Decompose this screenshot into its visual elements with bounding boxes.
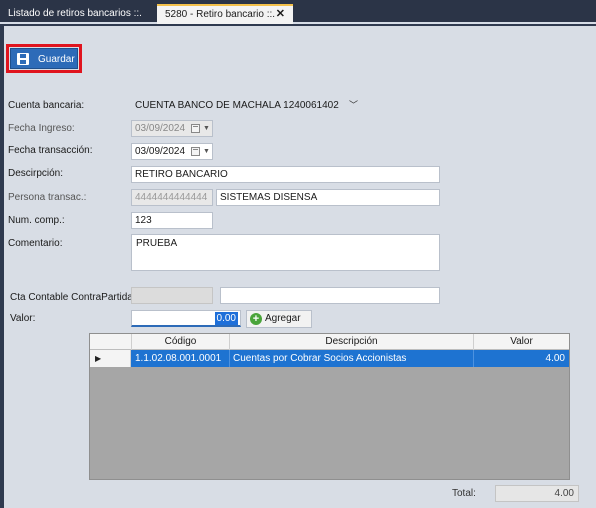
- tab-listado-retiros[interactable]: Listado de retiros bancarios ::.: [0, 4, 150, 24]
- descripcion-field[interactable]: RETIRO BANCARIO: [131, 166, 440, 183]
- grid-header-valor[interactable]: Valor: [474, 334, 569, 350]
- fecha-transaccion-label: Fecha transacción:: [8, 145, 93, 156]
- accounts-grid: Código Descripción Valor ▶ 1.1.02.08.001…: [89, 333, 570, 480]
- total-label: Total:: [452, 488, 476, 499]
- grid-header-codigo[interactable]: Código: [132, 334, 230, 350]
- fecha-ingreso-value: 03/09/2024: [135, 123, 186, 134]
- cta-contable-label: Cta Contable ContraPartida:: [10, 292, 136, 303]
- comentario-field[interactable]: PRUEBA: [131, 234, 440, 271]
- num-comp-field[interactable]: 123: [131, 212, 213, 229]
- valor-field[interactable]: 0.00: [131, 310, 241, 327]
- fecha-transaccion-value: 03/09/2024: [135, 146, 186, 157]
- close-icon[interactable]: ✕: [276, 6, 285, 23]
- fecha-ingreso-label: Fecha Ingreso:: [8, 123, 75, 134]
- floppy-disk-icon: [17, 53, 29, 65]
- grid-header-indicator: [90, 334, 132, 350]
- save-button[interactable]: Guardar: [10, 48, 78, 69]
- save-button-label: Guardar: [38, 54, 75, 65]
- cuenta-bancaria-select[interactable]: CUENTA BANCO DE MACHALA 1240061402 ﹀: [131, 97, 365, 114]
- tab-retiro-bancario-label: 5280 - Retiro bancario ::.: [165, 9, 276, 20]
- row-indicator-icon: ▶: [90, 350, 131, 367]
- cta-contable-desc-field[interactable]: [220, 287, 440, 304]
- grid-header-descripcion[interactable]: Descripción: [230, 334, 474, 350]
- calendar-icon[interactable]: [191, 147, 200, 156]
- persona-label: Persona transac.:: [8, 192, 87, 203]
- chevron-down-icon: ﹀: [348, 100, 358, 110]
- num-comp-label: Num. comp.:: [8, 215, 65, 226]
- add-button[interactable]: + Agregar: [246, 310, 312, 328]
- cuenta-bancaria-label: Cuenta bancaria:: [8, 100, 85, 111]
- calendar-icon: [191, 124, 200, 133]
- descripcion-label: Descirpción:: [8, 168, 64, 179]
- comentario-label: Comentario:: [8, 238, 63, 249]
- plus-circle-icon: +: [250, 313, 262, 325]
- grid-cell-valor[interactable]: 4.00: [474, 350, 569, 367]
- grid-header: Código Descripción Valor: [90, 334, 569, 350]
- total-field: 4.00: [495, 485, 579, 502]
- dropdown-arrow-icon: ▼: [203, 125, 210, 132]
- cuenta-bancaria-value: CUENTA BANCO DE MACHALA 1240061402: [135, 100, 339, 111]
- table-row[interactable]: ▶ 1.1.02.08.001.0001 Cuentas por Cobrar …: [90, 350, 569, 367]
- fecha-ingreso-field: 03/09/2024 ▼: [131, 120, 213, 137]
- dropdown-arrow-icon[interactable]: ▼: [203, 144, 210, 159]
- persona-name-field[interactable]: SISTEMAS DISENSA: [216, 189, 440, 206]
- tab-bar: Listado de retiros bancarios ::. 5280 - …: [0, 0, 596, 24]
- persona-id-field: 4444444444444: [131, 189, 213, 206]
- fecha-transaccion-field[interactable]: 03/09/2024 ▼: [131, 143, 213, 160]
- grid-cell-descripcion[interactable]: Cuentas por Cobrar Socios Accionistas: [230, 350, 474, 367]
- tab-retiro-bancario[interactable]: 5280 - Retiro bancario ::. ✕: [157, 4, 293, 24]
- valor-value: 0.00: [214, 312, 238, 325]
- add-button-label: Agregar: [265, 313, 301, 324]
- cta-contable-code-field: [131, 287, 213, 304]
- valor-label: Valor:: [10, 313, 36, 324]
- grid-cell-codigo[interactable]: 1.1.02.08.001.0001: [132, 350, 230, 367]
